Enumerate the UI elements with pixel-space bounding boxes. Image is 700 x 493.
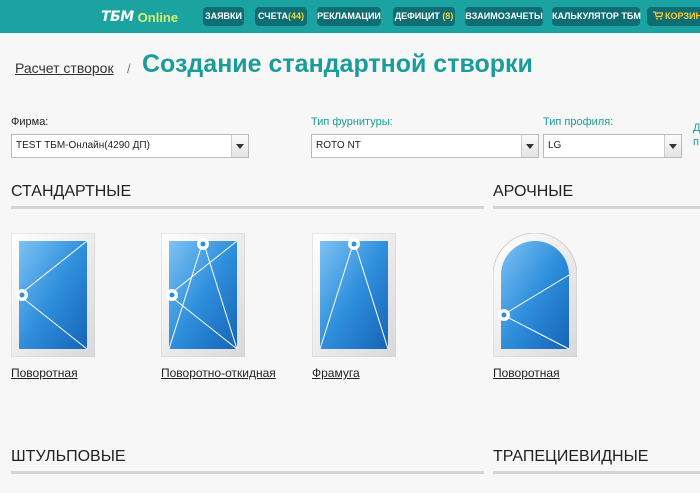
- section-divider: [11, 471, 484, 474]
- chevron-down-icon[interactable]: [231, 135, 248, 157]
- window-transom-link[interactable]: Фрамуга: [312, 366, 360, 380]
- window-turn-tilt-link[interactable]: Поворотно-откидная: [161, 366, 276, 380]
- section-title-arched: АРОЧНЫЕ: [493, 183, 574, 200]
- firm-select-value: TEST ТБМ-Онлайн(4290 ДП): [16, 140, 150, 151]
- breadcrumb-separator: /: [127, 61, 131, 76]
- hardware-label: Тип фурнитуры:: [311, 116, 393, 128]
- cut-label-bottom: п: [693, 136, 699, 148]
- cut-label-top: Д: [693, 122, 700, 134]
- section-divider: [11, 206, 484, 209]
- cart-icon: [653, 11, 664, 20]
- nav-orders[interactable]: ЗАЯВКИ: [203, 7, 244, 26]
- chevron-down-icon[interactable]: [521, 135, 538, 157]
- logo-main: ТБМ: [101, 9, 134, 25]
- section-divider: [493, 206, 700, 209]
- nav-deficit-count: (8): [442, 11, 454, 21]
- nav-claims[interactable]: РЕКЛАМАЦИИ: [317, 7, 381, 26]
- logo[interactable]: ТБМ Online: [101, 9, 178, 25]
- section-title-standard: СТАНДАРТНЫЕ: [11, 183, 132, 200]
- window-turn-tilt-thumbnail[interactable]: [160, 232, 246, 358]
- profile-select[interactable]: LG: [543, 134, 682, 158]
- section-title-trapezoid: ТРАПЕЦИЕВИДНЫЕ: [493, 448, 649, 465]
- window-turn-link[interactable]: Поворотная: [11, 366, 78, 380]
- arched-window-turn-thumbnail[interactable]: [492, 232, 578, 358]
- window-transom-thumbnail[interactable]: [311, 232, 397, 358]
- breadcrumb-link[interactable]: Расчет створок: [15, 60, 114, 76]
- section-divider: [493, 471, 700, 474]
- chevron-down-icon[interactable]: [664, 135, 681, 157]
- nav-offsets[interactable]: ВЗАИМОЗАЧЕТЫ: [465, 7, 543, 26]
- nav-invoices[interactable]: СЧЕТА(44): [255, 7, 307, 26]
- section-title-shtulp: ШТУЛЬПОВЫЕ: [11, 448, 126, 465]
- page-title: Создание стандартной створки: [142, 50, 533, 78]
- arched-window-turn-link[interactable]: Поворотная: [493, 366, 560, 380]
- nav-calculator[interactable]: КАЛЬКУЛЯТОР ТБМ: [552, 7, 641, 26]
- firm-label: Фирма:: [11, 116, 49, 128]
- firm-select[interactable]: TEST ТБМ-Онлайн(4290 ДП): [11, 134, 249, 158]
- window-turn-thumbnail[interactable]: [10, 232, 96, 358]
- hardware-select[interactable]: ROTO NT: [311, 134, 539, 158]
- nav-invoices-count: (44): [288, 11, 305, 21]
- logo-sub: Online: [137, 9, 179, 25]
- profile-select-value: LG: [548, 140, 562, 151]
- hardware-select-value: ROTO NT: [316, 140, 361, 151]
- top-bar: ТБМ Online ЗАЯВКИ СЧЕТА(44) РЕКЛАМАЦИИ Д…: [0, 0, 700, 33]
- nav-cart[interactable]: КОРЗИН: [647, 7, 700, 26]
- profile-label: Тип профиля:: [543, 116, 614, 128]
- nav-deficit[interactable]: ДЕФИЦИТ (8): [393, 7, 455, 26]
